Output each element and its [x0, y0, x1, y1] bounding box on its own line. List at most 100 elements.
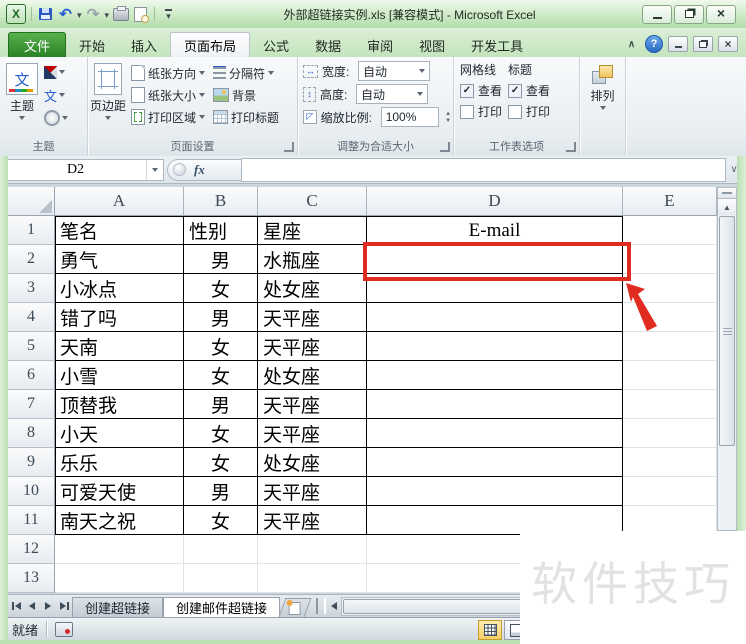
row-header[interactable]: 3: [8, 274, 55, 303]
workbook-restore-button[interactable]: [693, 36, 713, 52]
workbook-minimize-button[interactable]: [668, 36, 688, 52]
scale-input[interactable]: 100%: [380, 107, 440, 127]
workbook-close-button[interactable]: [718, 36, 738, 52]
cell-c6[interactable]: 处女座: [258, 361, 367, 390]
cell-e9[interactable]: [623, 448, 717, 477]
normal-view-button[interactable]: [478, 620, 502, 640]
cell-d6[interactable]: [367, 361, 623, 390]
cell-a7[interactable]: 顶替我: [55, 390, 184, 419]
undo-dropdown-icon[interactable]: [77, 5, 82, 23]
cell-a6[interactable]: 小雪: [55, 361, 184, 390]
cell-a10[interactable]: 可爱天使: [55, 477, 184, 506]
cell-b12[interactable]: [184, 535, 258, 564]
cell-c4[interactable]: 天平座: [258, 303, 367, 332]
column-header-d[interactable]: D: [367, 187, 623, 216]
row-header[interactable]: 4: [8, 303, 55, 332]
cell-a4[interactable]: 错了吗: [55, 303, 184, 332]
theme-fonts-button[interactable]: [42, 85, 70, 105]
scale-spinner[interactable]: [445, 111, 451, 124]
name-box-dropdown-icon[interactable]: [146, 159, 163, 180]
cell-e8[interactable]: [623, 419, 717, 448]
cell-a3[interactable]: 小冰点: [55, 274, 184, 303]
row-header[interactable]: 7: [8, 390, 55, 419]
row-header[interactable]: 8: [8, 419, 55, 448]
cell-e5[interactable]: [623, 332, 717, 361]
row-header[interactable]: 6: [8, 361, 55, 390]
save-button[interactable]: [37, 6, 54, 23]
cell-e1[interactable]: [623, 216, 717, 245]
cell-b1[interactable]: 性别: [184, 216, 258, 245]
sheet-nav-next-icon[interactable]: [40, 598, 56, 614]
gridlines-view-checkbox[interactable]: 查看: [460, 82, 502, 99]
theme-colors-button[interactable]: [42, 62, 70, 82]
row-header[interactable]: 5: [8, 332, 55, 361]
paper-size-button[interactable]: 纸张大小: [128, 84, 208, 106]
vertical-scrollbar[interactable]: [717, 187, 737, 531]
cell-b8[interactable]: 女: [184, 419, 258, 448]
hscroll-left-icon[interactable]: [326, 598, 341, 614]
row-header[interactable]: 9: [8, 448, 55, 477]
orientation-button[interactable]: 纸张方向: [128, 62, 208, 84]
cell-c9[interactable]: 处女座: [258, 448, 367, 477]
margins-button[interactable]: 页边距: [90, 60, 126, 139]
headings-print-checkbox[interactable]: 打印: [508, 103, 550, 120]
scrollbar-up-icon[interactable]: [718, 199, 736, 215]
cell-b4[interactable]: 男: [184, 303, 258, 332]
cell-c7[interactable]: 天平座: [258, 390, 367, 419]
cell-b10[interactable]: 男: [184, 477, 258, 506]
cell-c3[interactable]: 处女座: [258, 274, 367, 303]
cell-c5[interactable]: 天平座: [258, 332, 367, 361]
cell-a12[interactable]: [55, 535, 184, 564]
insert-worksheet-icon[interactable]: [278, 597, 312, 617]
redo-dropdown-icon[interactable]: [105, 5, 110, 23]
sheet-nav-first-icon[interactable]: [8, 598, 24, 614]
arrange-button[interactable]: 排列: [582, 60, 623, 110]
sheet-nav-prev-icon[interactable]: [24, 598, 40, 614]
qat-customize-icon[interactable]: [160, 6, 177, 23]
cell-d8[interactable]: [367, 419, 623, 448]
headings-view-checkbox[interactable]: 查看: [508, 82, 550, 99]
tab-view[interactable]: 视图: [406, 33, 458, 57]
tab-data[interactable]: 数据: [302, 33, 354, 57]
tab-file[interactable]: 文件: [8, 32, 66, 57]
sheet-nav-last-icon[interactable]: [56, 598, 72, 614]
gridlines-print-checkbox[interactable]: 打印: [460, 103, 502, 120]
scrollbar-split-handle[interactable]: [718, 188, 736, 199]
formula-input[interactable]: [241, 157, 726, 182]
sheet-tab-create-mail-hyperlink[interactable]: 创建邮件超链接: [163, 596, 281, 618]
collapse-ribbon-icon[interactable]: [623, 37, 640, 52]
cell-a2[interactable]: 勇气: [55, 245, 184, 274]
cell-c2[interactable]: 水瓶座: [258, 245, 367, 274]
cell-b7[interactable]: 男: [184, 390, 258, 419]
sheet-tab-create-hyperlink[interactable]: 创建超链接: [72, 596, 164, 618]
cell-a1[interactable]: 笔名: [55, 216, 184, 245]
column-header-c[interactable]: C: [258, 187, 367, 216]
row-header[interactable]: 1: [8, 216, 55, 245]
cell-a13[interactable]: [55, 564, 184, 593]
help-icon[interactable]: [645, 35, 663, 53]
cell-d10[interactable]: [367, 477, 623, 506]
tab-home[interactable]: 开始: [66, 33, 118, 57]
cell-d5[interactable]: [367, 332, 623, 361]
row-header[interactable]: 13: [8, 564, 55, 593]
cell-c8[interactable]: 天平座: [258, 419, 367, 448]
themes-button[interactable]: 主题: [6, 60, 38, 139]
tab-review[interactable]: 审阅: [354, 33, 406, 57]
tab-formulas[interactable]: 公式: [250, 33, 302, 57]
cell-e7[interactable]: [623, 390, 717, 419]
column-header-a[interactable]: A: [55, 187, 184, 216]
scale-to-fit-dialog-launcher-icon[interactable]: [440, 142, 450, 152]
tab-developer[interactable]: 开发工具: [458, 33, 536, 57]
scrollbar-thumb[interactable]: [719, 216, 735, 446]
select-all-corner[interactable]: [8, 187, 55, 216]
row-header[interactable]: 2: [8, 245, 55, 274]
cell-a9[interactable]: 乐乐: [55, 448, 184, 477]
column-header-b[interactable]: B: [184, 187, 258, 216]
cell-d7[interactable]: [367, 390, 623, 419]
cell-d1[interactable]: E-mail: [367, 216, 623, 245]
breaks-button[interactable]: 分隔符: [210, 62, 282, 84]
cell-c11[interactable]: 天平座: [258, 506, 367, 535]
tab-insert[interactable]: 插入: [118, 33, 170, 57]
cell-c12[interactable]: [258, 535, 367, 564]
row-header[interactable]: 10: [8, 477, 55, 506]
